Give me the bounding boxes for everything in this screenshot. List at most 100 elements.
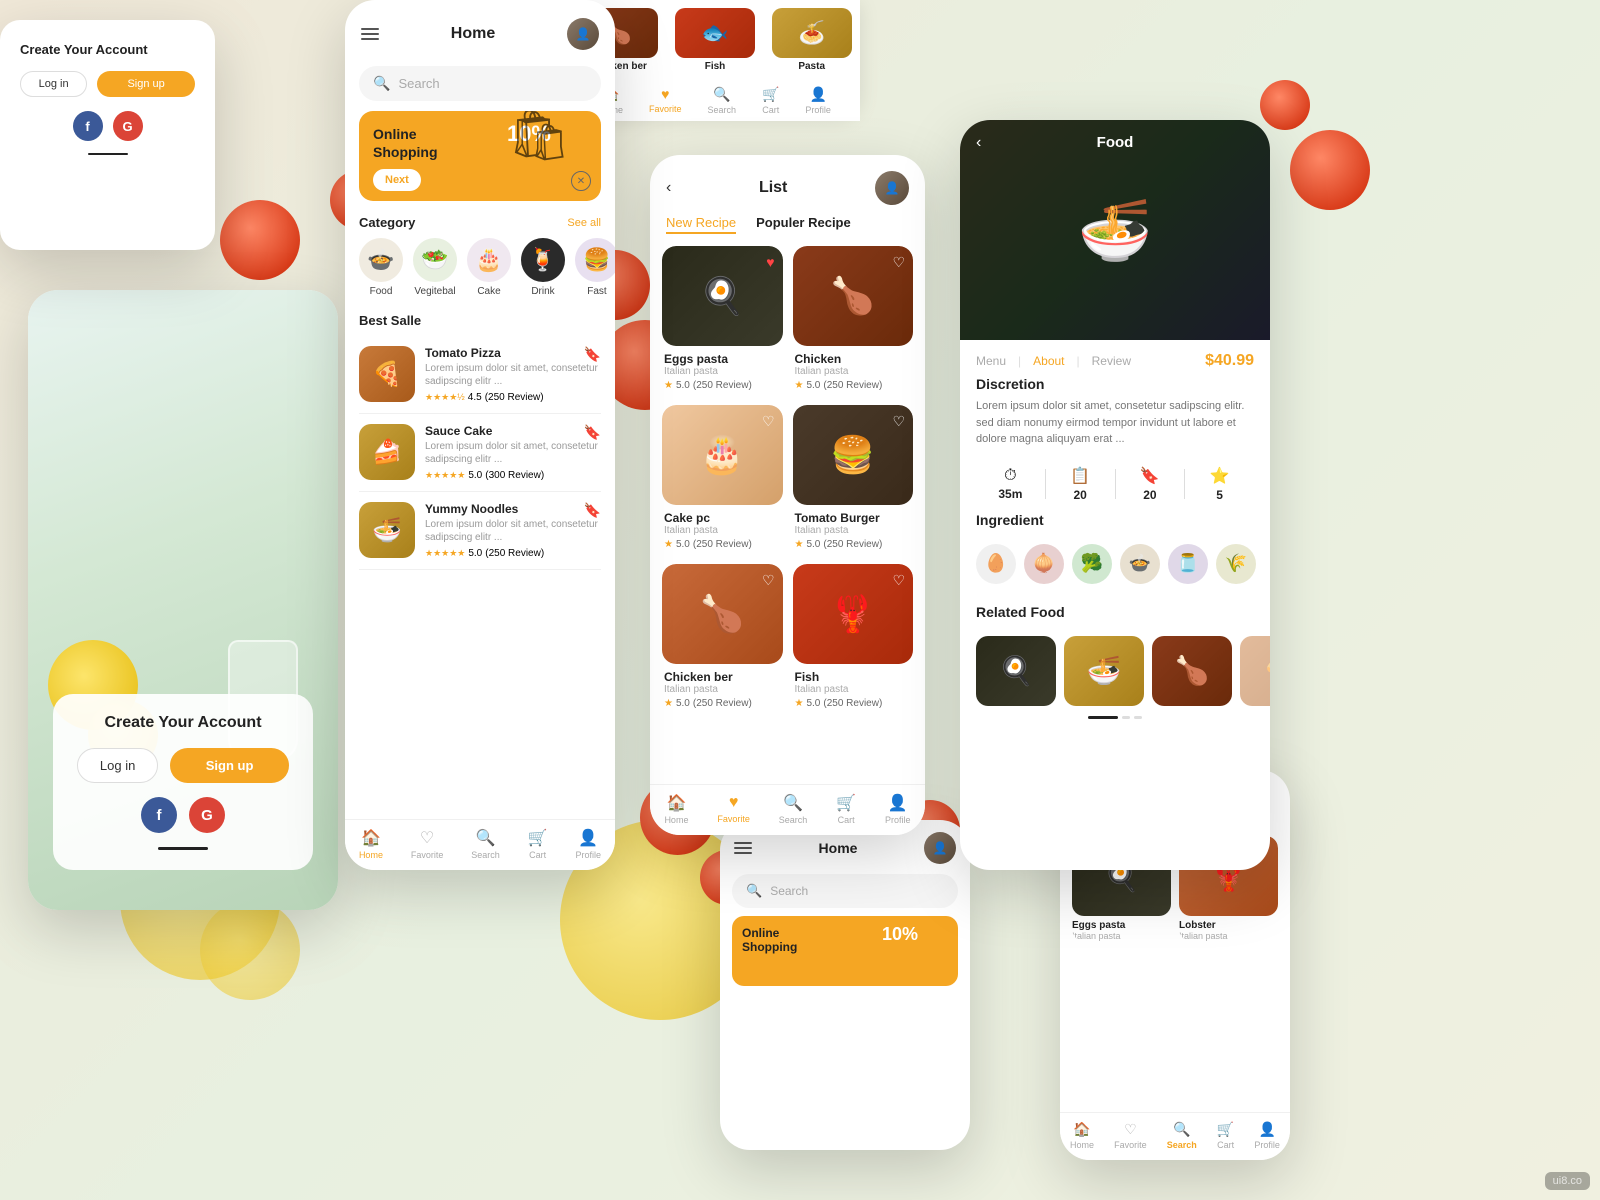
category-drink[interactable]: 🍹 Drink bbox=[521, 238, 565, 297]
google-button-small[interactable]: G bbox=[113, 111, 143, 141]
banner-close-button[interactable]: ✕ bbox=[571, 171, 591, 191]
list-nav-cart[interactable]: 🛒 Cart bbox=[836, 793, 856, 825]
grid-item-fish[interactable]: 🦞 ♡ Fish Italian pasta ★5.0(250 Review) bbox=[793, 564, 914, 713]
indicator-dot-2 bbox=[1134, 716, 1142, 719]
food-item-yummy-noodles[interactable]: 🍜 Yummy Noodles Lorem ipsum dolor sit am… bbox=[359, 492, 601, 570]
related-item-4[interactable]: 🍕 bbox=[1240, 636, 1270, 706]
food-item-tomato-pizza[interactable]: 🍕 Tomato Pizza Lorem ipsum dolor sit ame… bbox=[359, 336, 601, 414]
nav-profile[interactable]: 👤 Profile bbox=[575, 828, 601, 860]
related-item-3[interactable]: 🍗 bbox=[1152, 636, 1232, 706]
grid-item-eggs-pasta[interactable]: 🍳 ♥ Eggs pasta Italian pasta ★5.0(250 Re… bbox=[662, 246, 783, 395]
menu-icon-sm[interactable] bbox=[734, 842, 752, 854]
category-fast[interactable]: 🍔 Fast bbox=[575, 238, 615, 297]
list-profile-icon: 👤 bbox=[888, 793, 908, 813]
category-vegitable[interactable]: 🥗 Vegitebal bbox=[413, 238, 457, 297]
bottom-indicator-large bbox=[158, 847, 208, 850]
list-avatar[interactable]: 👤 bbox=[875, 171, 909, 205]
avatar-sm-home[interactable]: 👤 bbox=[924, 832, 956, 864]
login-button-large[interactable]: Log in bbox=[77, 748, 158, 783]
tab-popular-recipe[interactable]: Populer Recipe bbox=[756, 215, 851, 234]
list-nav-favorite[interactable]: ♥ Favorite bbox=[717, 794, 750, 824]
top-pasta-name: Pasta bbox=[798, 61, 825, 72]
login-button-small[interactable]: Log in bbox=[20, 71, 87, 97]
google-button-large[interactable]: G bbox=[189, 797, 225, 833]
heart-fish[interactable]: ♡ bbox=[892, 572, 905, 589]
top-nav-profile[interactable]: 👤 Profile bbox=[805, 86, 831, 115]
top-fish-name: Fish bbox=[705, 61, 726, 72]
top-nav-search[interactable]: 🔍 Search bbox=[707, 86, 736, 115]
stat-time: ⏱ 35m bbox=[976, 467, 1045, 501]
category-cake[interactable]: 🎂 Cake bbox=[467, 238, 511, 297]
search-bar-sm[interactable]: 🔍 Search bbox=[732, 874, 958, 908]
grid-item-chicken-ber[interactable]: 🍗 ♡ Chicken ber Italian pasta ★5.0(250 R… bbox=[662, 564, 783, 713]
heart-eggs-pasta[interactable]: ♥ bbox=[766, 254, 774, 270]
nav-cart[interactable]: 🛒 Cart bbox=[528, 828, 548, 860]
bookmark-icon[interactable]: 🔖 bbox=[584, 346, 601, 363]
related-item-1[interactable]: 🍳 bbox=[976, 636, 1056, 706]
banner-illustration: 🛍 bbox=[508, 111, 571, 165]
list-sm-bottom-nav: 🏠 Home ♡ Favorite 🔍 Search 🛒 Cart 👤 Prof… bbox=[1060, 1112, 1290, 1160]
see-all-button[interactable]: See all bbox=[567, 217, 601, 229]
grid-item-burger[interactable]: 🍔 ♡ Tomato Burger Italian pasta ★5.0(250… bbox=[793, 405, 914, 554]
list-sm-nav-cart[interactable]: 🛒 Cart bbox=[1217, 1121, 1234, 1150]
facebook-button-large[interactable]: f bbox=[141, 797, 177, 833]
facebook-button-small[interactable]: f bbox=[73, 111, 103, 141]
grid-item-chicken[interactable]: 🍗 ♡ Chicken Italian pasta ★5.0(250 Revie… bbox=[793, 246, 914, 395]
list-nav-home[interactable]: 🏠 Home bbox=[664, 793, 688, 825]
nav-home-label: Home bbox=[359, 850, 383, 860]
nav-favorite[interactable]: ♡ Favorite bbox=[411, 828, 444, 860]
stat-bookmark: 🔖 20 bbox=[1116, 466, 1185, 502]
list-sm-nav-fav[interactable]: ♡ Favorite bbox=[1114, 1121, 1147, 1150]
top-nav-favorite[interactable]: ♥ Favorite bbox=[649, 86, 682, 115]
grid-item-cake[interactable]: 🎂 ♡ Cake pc Italian pasta ★5.0(250 Revie… bbox=[662, 405, 783, 554]
heart-chicken-ber[interactable]: ♡ bbox=[762, 572, 775, 589]
list-search-icon: 🔍 bbox=[783, 793, 803, 813]
bookmark-icon-active[interactable]: 🔖 bbox=[584, 424, 601, 441]
food-detail-back-button[interactable]: ‹ bbox=[976, 134, 981, 152]
list-nav-profile[interactable]: 👤 Profile bbox=[885, 793, 911, 825]
list-sm-cart-icon: 🛒 bbox=[1217, 1121, 1234, 1138]
tab-review[interactable]: Review bbox=[1092, 354, 1131, 368]
food-desc-tomato-pizza: Lorem ipsum dolor sit amet, consetetur s… bbox=[425, 362, 601, 388]
back-button-list[interactable]: ‹ bbox=[666, 179, 671, 197]
search-bar[interactable]: 🔍 Search bbox=[359, 66, 601, 101]
home-screen-title: Home bbox=[451, 25, 495, 43]
signup-button-small[interactable]: Sign up bbox=[97, 71, 195, 97]
list-sm-nav-search[interactable]: 🔍 Search bbox=[1167, 1121, 1197, 1150]
list-bottom-navigation: 🏠 Home ♥ Favorite 🔍 Search 🛒 Cart 👤 Prof… bbox=[650, 784, 925, 835]
user-avatar[interactable]: 👤 bbox=[567, 18, 599, 50]
nav-home[interactable]: 🏠 Home bbox=[359, 828, 383, 860]
list-sm-nav-profile[interactable]: 👤 Profile bbox=[1254, 1121, 1280, 1150]
category-food[interactable]: 🍲 Food bbox=[359, 238, 403, 297]
list-nav-search[interactable]: 🔍 Search bbox=[779, 793, 808, 825]
ingredient-grain: 🌾 bbox=[1216, 544, 1256, 584]
food-image-yummy-noodles: 🍜 bbox=[359, 502, 415, 558]
tab-new-recipe[interactable]: New Recipe bbox=[666, 215, 736, 234]
related-item-2[interactable]: 🍜 bbox=[1064, 636, 1144, 706]
grid-name-fish: Fish bbox=[795, 670, 912, 684]
grid-rating-cake: 5.0 bbox=[676, 539, 690, 550]
top-fish-img: 🐟 bbox=[675, 8, 755, 58]
grid-review-cake: (250 Review) bbox=[693, 539, 752, 550]
banner-next-button[interactable]: Next bbox=[373, 169, 421, 191]
grid-rating-chicken: 5.0 bbox=[806, 380, 820, 391]
signup-button-large[interactable]: Sign up bbox=[170, 748, 289, 783]
heart-cake[interactable]: ♡ bbox=[762, 413, 775, 430]
heart-chicken[interactable]: ♡ bbox=[892, 254, 905, 271]
nav-search[interactable]: 🔍 Search bbox=[471, 828, 500, 860]
list-sm-profile-icon: 👤 bbox=[1258, 1121, 1275, 1138]
bookmark-icon-3[interactable]: 🔖 bbox=[584, 502, 601, 519]
heart-burger[interactable]: ♡ bbox=[892, 413, 905, 430]
menu-icon[interactable] bbox=[361, 28, 379, 40]
tab-menu[interactable]: Menu bbox=[976, 354, 1006, 368]
grid-name-chicken: Chicken bbox=[795, 352, 912, 366]
grid-review-chicken: (250 Review) bbox=[823, 380, 882, 391]
top-nav-cart[interactable]: 🛒 Cart bbox=[762, 86, 779, 115]
tab-about[interactable]: About bbox=[1033, 354, 1064, 368]
category-drink-label: Drink bbox=[531, 286, 554, 297]
food-name-sauce-cake: Sauce Cake bbox=[425, 424, 601, 438]
list-nav-search-label: Search bbox=[779, 815, 808, 825]
list-sm-nav-home[interactable]: 🏠 Home bbox=[1070, 1121, 1094, 1150]
food-item-sauce-cake[interactable]: 🍰 Sauce Cake Lorem ipsum dolor sit amet,… bbox=[359, 414, 601, 492]
related-food-title: Related Food bbox=[976, 604, 1254, 620]
